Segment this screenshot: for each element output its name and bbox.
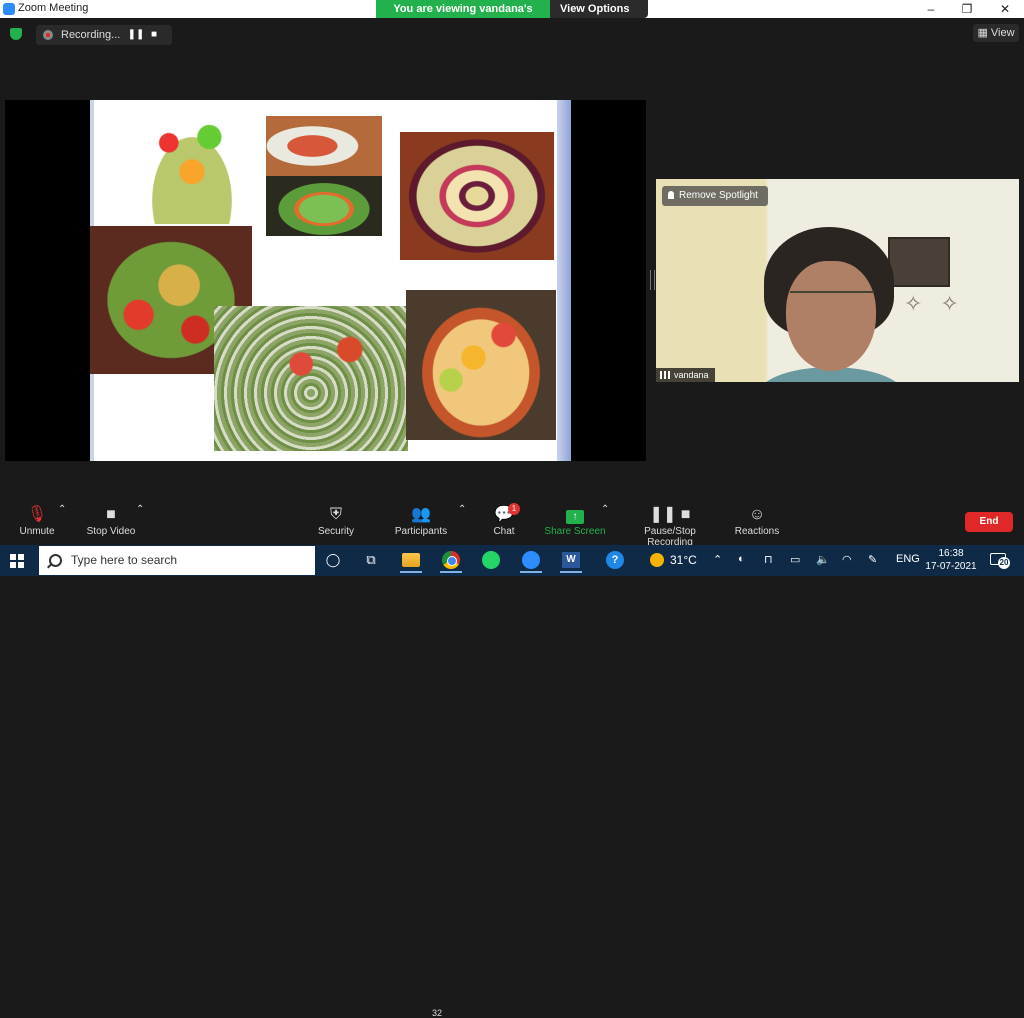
photo-green-salad xyxy=(266,176,382,236)
pin-icon xyxy=(668,191,674,199)
photo-salad-plate xyxy=(266,116,382,176)
microphone-muted-icon: 🎙 xyxy=(26,506,48,523)
meet-now-icon[interactable]: ◐ xyxy=(738,553,745,565)
notifications-button[interactable]: 20 xyxy=(990,551,1010,569)
recording-indicator: Recording... ❚❚ ■ xyxy=(36,25,172,45)
participants-button[interactable]: 👥 Participants xyxy=(392,504,450,537)
chat-unread-badge: 1 xyxy=(508,503,520,515)
remove-spotlight-button[interactable]: Remove Spotlight xyxy=(662,186,768,206)
video-options-caret[interactable]: ⌃ xyxy=(136,504,144,515)
stop-recording-button[interactable]: ■ xyxy=(145,26,163,44)
file-explorer-icon[interactable] xyxy=(400,549,422,573)
participants-count: 32 xyxy=(432,1008,443,1018)
input-language[interactable]: ENG xyxy=(896,553,920,565)
clock-date: 17-07-2021 xyxy=(925,561,977,572)
volume-icon[interactable]: 🔈 xyxy=(816,553,830,566)
taskbar-clock[interactable]: 16:38 17-07-2021 xyxy=(925,547,977,573)
participants-icon: 👥 xyxy=(411,506,431,523)
pause-recording-button[interactable]: ❚❚ xyxy=(127,26,145,44)
shield-icon: ⛨ xyxy=(329,506,342,523)
window-title: Zoom Meeting xyxy=(18,2,89,14)
security-label: Security xyxy=(317,526,355,537)
chrome-icon[interactable] xyxy=(440,549,462,573)
wall-decoration: ✧✧ xyxy=(904,291,977,316)
photo-fruit-salad-glass xyxy=(406,290,556,440)
close-button[interactable]: ✕ xyxy=(988,0,1022,18)
share-arrow-icon: ↑ xyxy=(566,510,584,524)
unmute-label: Unmute xyxy=(19,526,55,537)
weather-sun-icon[interactable] xyxy=(650,553,664,567)
panel-resize-handle[interactable] xyxy=(650,270,655,290)
participant-video[interactable]: ✧✧ xyxy=(656,179,1019,382)
security-button[interactable]: ⛨ Security xyxy=(314,504,358,537)
photo-sprouts-salad xyxy=(214,306,408,451)
grid-icon: ▦ xyxy=(977,27,991,39)
slide-right-edge xyxy=(557,100,571,461)
presentation-slide xyxy=(90,100,571,461)
weather-temperature[interactable]: 31°C xyxy=(670,553,697,567)
participants-options-caret[interactable]: ⌃ xyxy=(458,504,466,515)
viewing-screen-label: You are viewing vandana's screen xyxy=(376,0,550,33)
security-shield-icon[interactable] xyxy=(10,28,22,40)
reactions-label: Reactions xyxy=(734,526,780,537)
view-options-button[interactable]: View Options ⌄ xyxy=(550,0,648,33)
zoom-logo-icon xyxy=(3,3,15,15)
restore-button[interactable]: ❐ xyxy=(950,0,984,18)
share-options-caret[interactable]: ⌃ xyxy=(601,504,609,515)
taskbar-search-box[interactable]: Type here to search xyxy=(39,546,315,575)
show-hidden-icons-caret[interactable]: ⌃ xyxy=(713,553,722,566)
cortana-icon[interactable]: ◯ xyxy=(322,549,344,571)
shared-screen[interactable] xyxy=(5,100,646,461)
participant-person xyxy=(756,227,906,382)
participant-nameplate: vandana xyxy=(656,368,715,382)
network-icon[interactable]: ⊓ xyxy=(764,553,773,566)
reactions-button[interactable]: ☺ Reactions xyxy=(734,504,780,537)
windows-taskbar: Type here to search ◯ ⧉ W ? 31°C ⌃ ◐ ⊓ ▭… xyxy=(0,545,1024,576)
minimize-button[interactable]: – xyxy=(914,0,948,18)
search-icon xyxy=(49,554,62,567)
unmute-button[interactable]: 🎙 Unmute xyxy=(16,504,58,537)
stop-video-button[interactable]: ■ Stop Video xyxy=(82,504,140,537)
recording-dot-icon xyxy=(43,30,53,40)
screen-share-banner: You are viewing vandana's screen View Op… xyxy=(376,0,648,33)
share-screen-button[interactable]: ↑ Share Screen xyxy=(544,504,606,537)
pen-icon[interactable]: ✎ xyxy=(868,553,877,566)
notifications-count: 20 xyxy=(998,557,1010,569)
battery-icon[interactable]: ▭ xyxy=(790,553,800,566)
photo-fruit-bowl xyxy=(400,132,554,260)
view-label: View xyxy=(990,27,1015,39)
video-camera-icon: ■ xyxy=(106,506,116,523)
signal-strength-icon xyxy=(660,371,670,379)
zoom-app-icon[interactable] xyxy=(520,549,542,573)
participant-name: vandana xyxy=(674,370,709,380)
task-view-icon[interactable]: ⧉ xyxy=(360,549,382,571)
wifi-icon[interactable]: ◠ xyxy=(842,553,852,566)
participants-label: Participants xyxy=(394,526,448,537)
pause-stop-recording-button[interactable]: ❚❚ ■ Pause/Stop Recording xyxy=(620,504,720,548)
recording-label: Recording... xyxy=(61,29,121,41)
windows-start-icon[interactable] xyxy=(10,554,24,568)
participant-glasses xyxy=(790,291,874,309)
audio-options-caret[interactable]: ⌃ xyxy=(58,504,66,515)
view-layout-button[interactable]: ▦ View xyxy=(973,24,1019,42)
end-meeting-button[interactable]: End xyxy=(965,512,1013,532)
search-placeholder: Type here to search xyxy=(71,553,178,567)
whatsapp-icon[interactable] xyxy=(480,549,502,571)
smiley-plus-icon: ☺ xyxy=(748,506,766,523)
remove-spotlight-label: Remove Spotlight xyxy=(679,190,758,201)
clock-time: 16:38 xyxy=(938,548,964,559)
participant-face xyxy=(786,261,876,371)
photo-fruit-melon-basket xyxy=(134,108,250,224)
chat-label: Chat xyxy=(493,526,515,537)
word-icon[interactable]: W xyxy=(560,549,582,573)
stop-video-label: Stop Video xyxy=(86,526,136,537)
pause-stop-icon: ❚❚ ■ xyxy=(649,506,691,523)
help-icon[interactable]: ? xyxy=(604,549,626,571)
share-screen-label: Share Screen xyxy=(544,526,606,537)
